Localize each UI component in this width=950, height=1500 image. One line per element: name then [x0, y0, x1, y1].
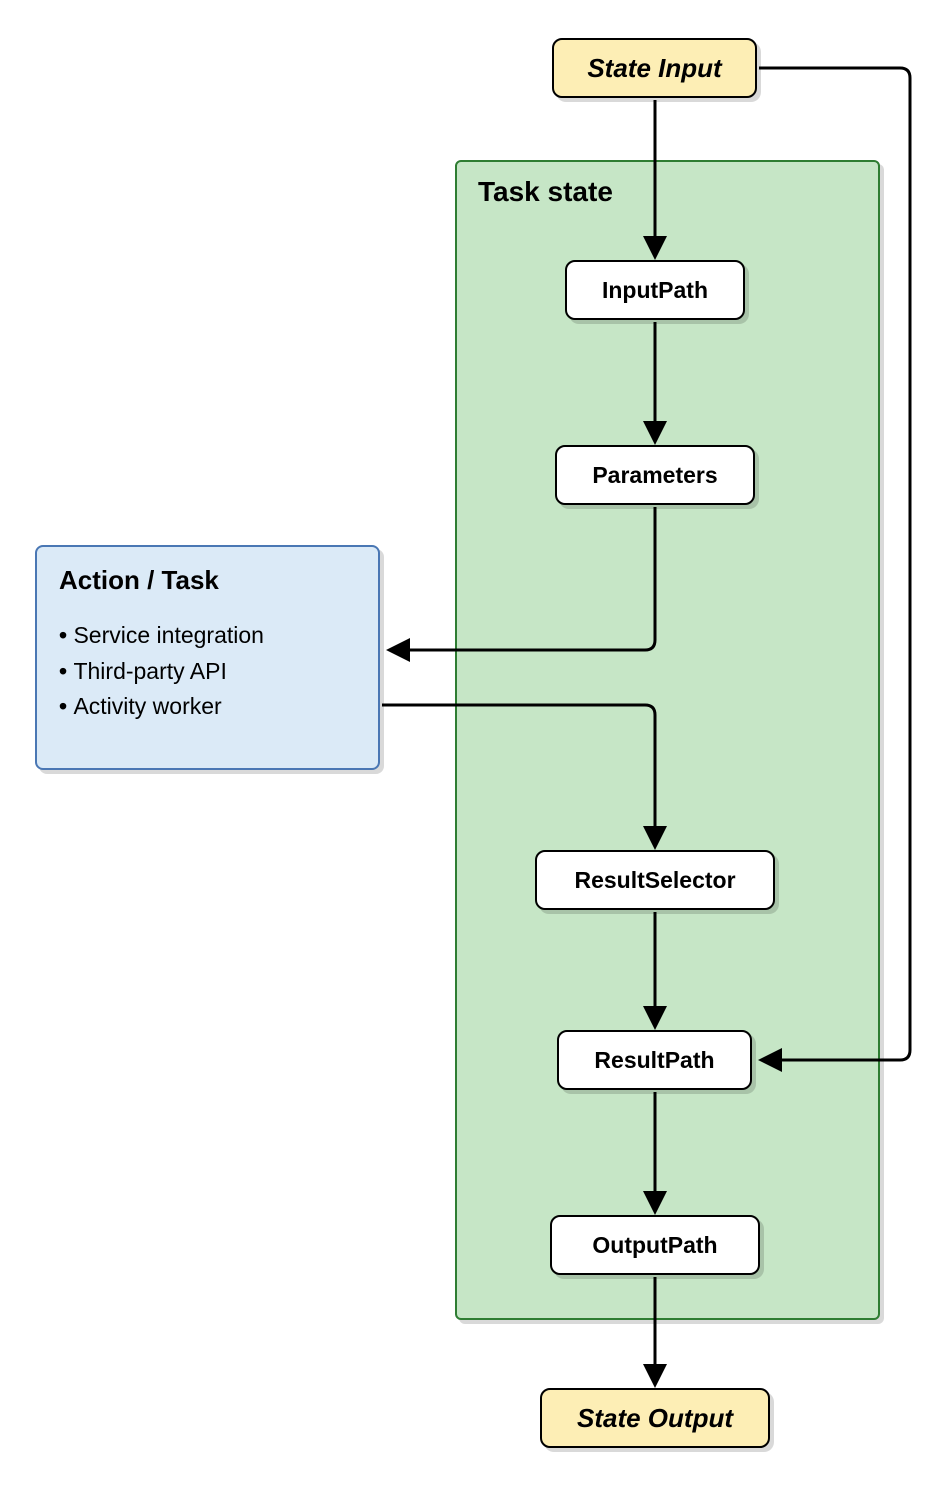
action-task-box: Action / Task Service integration Third-…: [35, 545, 380, 770]
inputpath-node: InputPath: [565, 260, 745, 320]
parameters-label: Parameters: [592, 462, 717, 489]
inputpath-label: InputPath: [602, 277, 708, 304]
state-output-node: State Output: [540, 1388, 770, 1448]
resultselector-label: ResultSelector: [574, 867, 735, 894]
action-task-item: Third-party API: [59, 654, 356, 690]
task-state-title: Task state: [478, 176, 613, 208]
state-input-node: State Input: [552, 38, 757, 98]
resultselector-node: ResultSelector: [535, 850, 775, 910]
outputpath-node: OutputPath: [550, 1215, 760, 1275]
action-task-item: Activity worker: [59, 689, 356, 725]
task-state-container: [455, 160, 880, 1320]
resultpath-label: ResultPath: [594, 1047, 714, 1074]
resultpath-node: ResultPath: [557, 1030, 752, 1090]
state-input-label: State Input: [587, 53, 721, 84]
action-task-title: Action / Task: [59, 565, 356, 596]
outputpath-label: OutputPath: [592, 1232, 717, 1259]
action-task-item: Service integration: [59, 618, 356, 654]
parameters-node: Parameters: [555, 445, 755, 505]
state-output-label: State Output: [577, 1403, 733, 1434]
action-task-list: Service integration Third-party API Acti…: [59, 618, 356, 725]
